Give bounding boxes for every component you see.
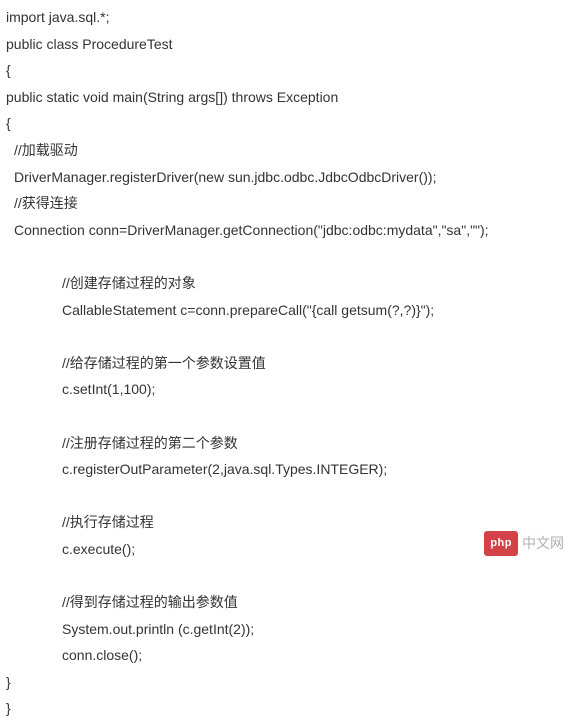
watermark: php 中文网 (484, 530, 564, 557)
code-line: Connection conn=DriverManager.getConnect… (6, 217, 568, 244)
code-line: conn.close(); (6, 642, 568, 669)
blank-line (6, 483, 568, 510)
code-line: System.out.println (c.getInt(2)); (6, 616, 568, 643)
code-line: { (6, 110, 568, 137)
code-comment: //给存储过程的第一个参数设置值 (6, 350, 568, 377)
blank-line (6, 403, 568, 430)
watermark-badge: php (484, 531, 518, 556)
watermark-text: 中文网 (522, 530, 564, 557)
code-comment: //获得连接 (6, 190, 568, 217)
code-line: CallableStatement c=conn.prepareCall("{c… (6, 297, 568, 324)
code-line: { (6, 57, 568, 84)
code-line: import java.sql.*; (6, 4, 568, 31)
blank-line (6, 323, 568, 350)
code-comment: //注册存储过程的第二个参数 (6, 430, 568, 457)
code-line: } (6, 695, 568, 722)
code-line: } (6, 669, 568, 696)
code-comment: //创建存储过程的对象 (6, 270, 568, 297)
code-comment: //得到存储过程的输出参数值 (6, 589, 568, 616)
code-comment: //加载驱动 (6, 137, 568, 164)
code-line: c.setInt(1,100); (6, 376, 568, 403)
code-block: import java.sql.*; public class Procedur… (6, 4, 568, 722)
code-line: public static void main(String args[]) t… (6, 84, 568, 111)
code-line: public class ProcedureTest (6, 31, 568, 58)
blank-line (6, 562, 568, 589)
blank-line (6, 243, 568, 270)
code-line: DriverManager.registerDriver(new sun.jdb… (6, 164, 568, 191)
code-line: c.registerOutParameter(2,java.sql.Types.… (6, 456, 568, 483)
